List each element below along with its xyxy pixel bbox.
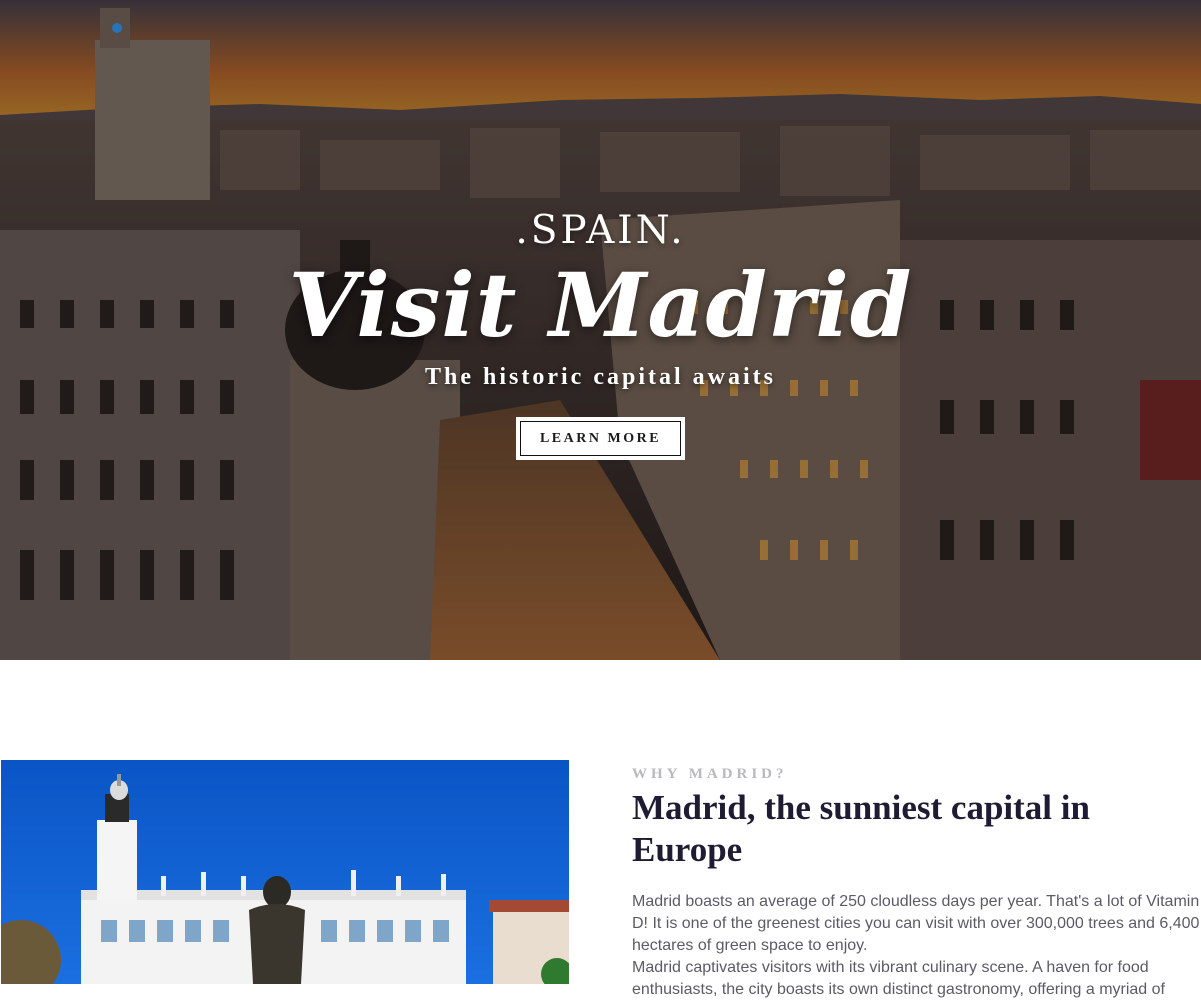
learn-more-button[interactable]: LEARN MORE [516,417,685,460]
paragraph-culinary: Madrid captivates visitors with its vibr… [632,959,1165,998]
hero-tagline: The historic capital awaits [425,364,776,390]
hero-title: Visit Madrid [288,253,913,357]
hero-section: .SPAIN. Visit Madrid The historic capita… [0,0,1201,660]
madrid-plaza-photo [1,760,569,984]
section-title: Madrid, the sunniest capital in Europe [632,788,1090,869]
hero-content: .SPAIN. Visit Madrid The historic capita… [0,0,1201,660]
section-kicker: WHY MADRID? [632,766,788,782]
hero-eyebrow: .SPAIN. [515,208,686,253]
paragraph-sunshine: Madrid boasts an average of 250 cloudles… [632,893,1200,954]
plaza-illustration [1,760,569,984]
about-text-block: WHY MADRID? Madrid, the sunniest capital… [632,760,1201,1001]
